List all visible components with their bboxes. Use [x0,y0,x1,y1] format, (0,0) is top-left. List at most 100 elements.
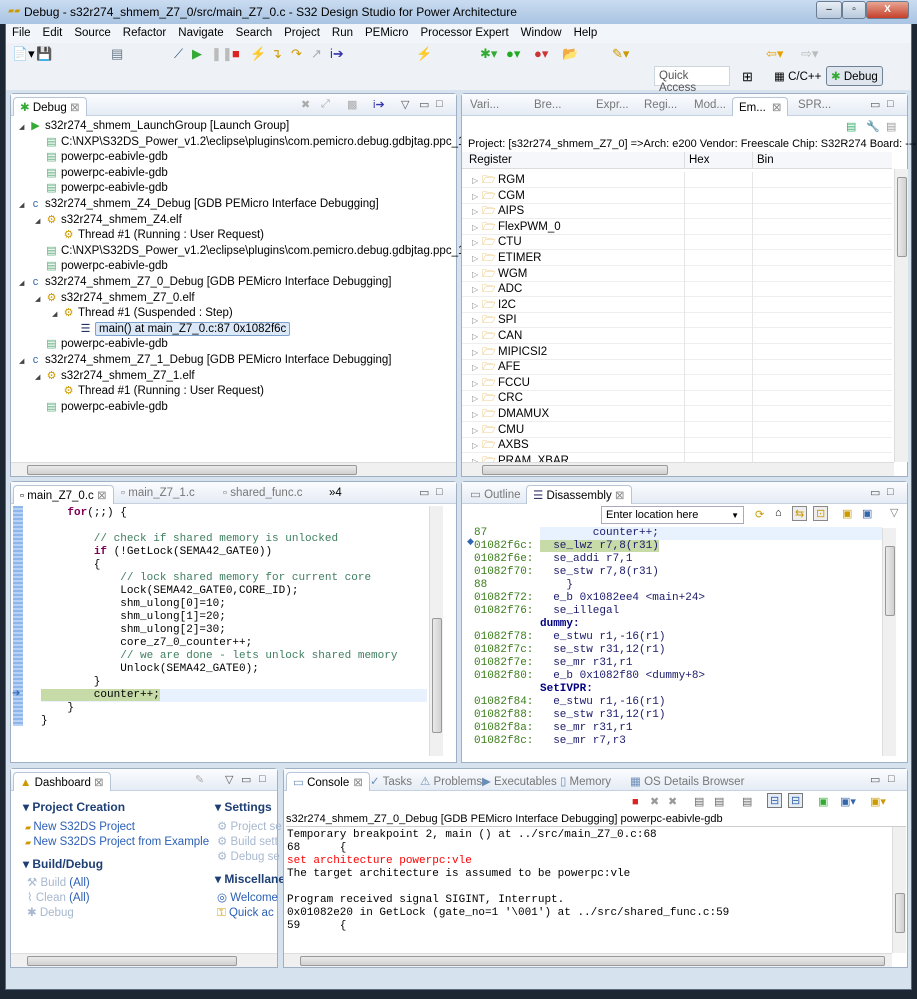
menu-navigate[interactable]: Navigate [172,24,229,43]
expand-toggle-icon[interactable]: ▷ [472,189,482,205]
tab-expr[interactable]: Expr... [590,97,635,116]
debug-settings-link[interactable]: ⚙ Debug se [217,849,280,865]
tree-item[interactable]: ◢ ⚙ s32r274_shmem_Z7_1.elf [35,368,195,384]
debug-icon[interactable]: ✱▾ [480,46,497,62]
tab-spr[interactable]: SPR... [792,97,837,116]
step-over-icon[interactable]: ↷ [291,46,302,62]
menu-processor-expert[interactable]: Processor Expert [414,24,514,43]
expand-toggle-icon[interactable]: ▷ [472,235,482,251]
maximize-view-icon[interactable]: □ [436,98,443,110]
tree-item[interactable]: ◢ c s32r274_shmem_Z7_0_Debug [GDB PEMicro … [19,274,391,290]
expand-toggle-icon[interactable]: ▷ [472,251,482,267]
close-tab-icon[interactable]: ⊠ [353,777,363,789]
tab-dashboard[interactable]: ▲ Dashboard ⊠ [13,772,111,791]
run-config-icon[interactable]: ●▾ [534,46,548,62]
new-s32ds-project-link[interactable]: ▰ New S32DS Project [25,819,135,835]
new-icon[interactable]: 📄▾ [12,46,35,62]
tree-item[interactable]: ▤ powerpc-eabivle-gdb [35,399,167,415]
register-row[interactable]: ▷ 🗁 AFE [462,359,892,376]
tab-main-z7-1[interactable]: ▫ main_Z7_1.c [115,485,201,504]
close-tab-icon[interactable]: ⊠ [615,490,625,502]
forward-icon[interactable]: ⇨▾ [801,46,818,62]
run-icon[interactable]: ●▾ [506,46,520,62]
tree-item[interactable]: ▤ powerpc-eabivle-gdb [35,149,167,165]
step-into-icon[interactable]: ↴ [271,46,282,62]
expand-toggle-icon[interactable]: ▷ [472,423,482,439]
show-on-output-icon[interactable]: ⊟ [767,793,783,808]
minimize-view-icon[interactable]: ▭ [419,486,429,499]
welcome-link[interactable]: ◎ Welcome [217,890,278,906]
clean-link[interactable]: ⌇ Clean (All) [27,890,90,906]
menu-refactor[interactable]: Refactor [117,24,172,43]
close-tab-icon[interactable]: ⊠ [70,102,80,114]
register-row[interactable]: ▷ 🗁 DMAMUX [462,406,892,422]
open-console-icon[interactable]: ▣▾ [870,795,886,808]
horizontal-scrollbar[interactable] [11,953,277,967]
tree-item[interactable]: ◢ c s32r274_shmem_Z4_Debug [GDB PEMicro In… [19,196,379,212]
register-row[interactable]: ▷ 🗁 FCCU [462,374,892,392]
register-row[interactable]: ▷ 🗁 RGM [462,172,892,188]
terminate-icon[interactable]: ■ [232,46,240,61]
chevron-down-icon[interactable]: ▼ [731,511,739,520]
expand-toggle-icon[interactable]: ▷ [472,376,482,392]
horizontal-scrollbar[interactable] [462,462,894,476]
column-bin[interactable]: Bin [752,152,774,168]
expand-toggle-icon[interactable]: ▷ [472,329,482,345]
tree-item[interactable]: ☰ main() at main_Z7_0.c:87 0x1082f6c [69,321,291,337]
column-hex[interactable]: Hex [684,152,709,168]
menu-run[interactable]: Run [326,24,359,43]
expand-toggle-icon[interactable]: ◢ [35,292,45,308]
expand-toggle-icon[interactable]: ▷ [472,438,482,454]
new-view-icon[interactable]: ▣ [842,507,852,520]
maximize-view-icon[interactable]: □ [436,486,443,498]
tree-item[interactable]: ▤ powerpc-eabivle-gdb [35,165,167,181]
menu-source[interactable]: Source [68,24,116,43]
view-menu-icon[interactable]: ▽ [225,773,233,786]
expand-toggle-icon[interactable]: ▷ [472,454,482,462]
close-button[interactable]: X [866,1,909,19]
close-tab-icon[interactable]: ⊠ [772,102,782,114]
expand-toggle-icon[interactable]: ▷ [472,204,482,220]
word-wrap-icon[interactable]: ▤ [742,795,752,808]
project-settings-link[interactable]: ⚙ Project se [217,819,282,835]
vertical-scrollbar[interactable] [429,506,443,756]
register-row[interactable]: ▷ 🗁 CTU [462,234,892,251]
edit-icon[interactable]: ✎ [195,773,204,786]
expand-toggle-icon[interactable]: ◢ [19,198,29,214]
more-tabs-button[interactable]: »4 [323,485,348,504]
build-link[interactable]: ⚒ Build (All) [27,875,90,891]
location-input[interactable]: Enter location here ▼ [601,506,744,524]
section-build-debug[interactable]: ▾ Build/Debug [23,856,103,872]
group-icon[interactable]: ▩ [347,98,357,111]
tab-regi[interactable]: Regi... [638,97,683,116]
tab-outline[interactable]: ▭ Outline [464,485,527,504]
binary-icon[interactable]: ▤ [111,46,123,62]
connect-icon[interactable]: ⤢ [321,98,330,111]
flash-icon[interactable]: ⚡ [416,46,432,62]
suspend-icon[interactable]: ❚❚ [211,46,233,62]
minimize-view-icon[interactable]: ▭ [870,98,880,111]
register-row[interactable]: ▷ 🗁 ADC [462,281,892,298]
pin-console-icon[interactable]: ▣ [818,795,828,808]
minimize-view-icon[interactable]: ▭ [241,773,251,786]
quick-access-input[interactable]: Quick Access [654,66,730,94]
register-row[interactable]: ▷ 🗁 CGM [462,187,892,205]
tree-item[interactable]: ◢ ⚙ s32r274_shmem_Z4.elf [35,212,182,228]
expand-toggle-icon[interactable]: ▷ [472,360,482,376]
maximize-view-icon[interactable]: □ [259,773,266,785]
link-with-editor-icon[interactable]: ⇆ [792,506,808,521]
horizontal-scrollbar[interactable] [11,462,456,476]
tree-item[interactable]: ◢ c s32r274_shmem_Z7_1_Debug [GDB PEMicro … [19,352,391,368]
home-icon[interactable]: ⌂ [775,507,782,519]
tab-main-z7-0[interactable]: ▫ main_Z7_0.c ⊠ [13,485,114,504]
tree-item[interactable]: ⚙ Thread #1 (Running : User Request) [52,227,264,243]
register-row[interactable]: ▷ 🗁 SPI [462,312,892,329]
register-row[interactable]: ▷ 🗁 CAN [462,328,892,344]
tree-item[interactable]: ◢ ⚙ s32r274_shmem_Z7_0.elf [35,290,195,306]
save-icon[interactable]: 💾 [36,46,52,62]
list-icon[interactable]: ▤ [846,120,856,133]
register-row[interactable]: ▷ 🗁 MIPICSI2 [462,343,892,360]
instruction-stepping-icon[interactable]: i➔ [330,46,344,62]
open-folder-icon[interactable]: 📂 [562,46,578,62]
minimize-view-icon[interactable]: ▭ [870,773,880,786]
